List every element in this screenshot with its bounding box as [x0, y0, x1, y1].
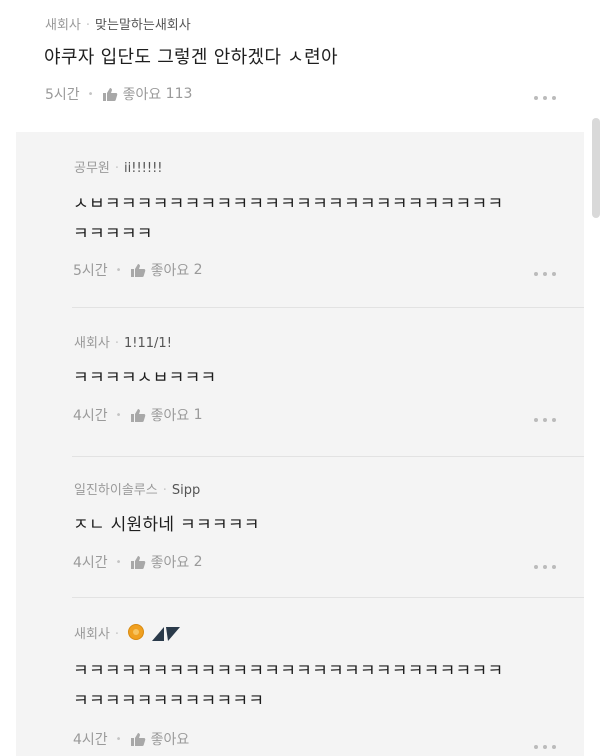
- action-separator: •: [115, 556, 122, 568]
- reply-nickname[interactable]: ii!!!!!!: [124, 161, 163, 176]
- reply-item: 일진하이솔루스 · Sipp ㅈㄴ 시원하네 ㅋㅋㅋㅋㅋ 4시간 • 좋아요 2: [16, 457, 584, 597]
- triangle-badge-icon: [152, 627, 181, 641]
- thumbs-up-icon: [130, 556, 145, 569]
- reply-text-line: ㅈㄴ 시원하네 ㅋㅋㅋㅋㅋ: [73, 515, 260, 535]
- like-label: 좋아요: [150, 263, 190, 279]
- reply-company[interactable]: 공무원: [74, 161, 110, 176]
- post-nickname[interactable]: 맞는말하는새회사: [95, 18, 191, 33]
- reply-item: 새회사 · 1!11/1! ㅋㅋㅋㅋㅅㅂㅋㅋㅋ 4시간 • 좋아요 1: [16, 308, 584, 456]
- meta-separator: ·: [114, 161, 120, 176]
- reply-like-button[interactable]: 좋아요 1: [130, 405, 203, 425]
- action-separator: •: [87, 88, 94, 100]
- more-dots-icon[interactable]: [534, 417, 556, 423]
- reply-item: 공무원 · ii!!!!!! ㅅㅂㅋㅋㅋㅋㅋㅋㅋㅋㅋㅋㅋㅋㅋㅋㅋㅋㅋㅋㅋㅋㅋㅋㅋㅋㅋ…: [16, 132, 584, 307]
- reply-text-line: ㅋㅋㅋㅋㅋ: [73, 224, 153, 244]
- coin-emoji-icon: [128, 624, 145, 640]
- replies-section: 공무원 · ii!!!!!! ㅅㅂㅋㅋㅋㅋㅋㅋㅋㅋㅋㅋㅋㅋㅋㅋㅋㅋㅋㅋㅋㅋㅋㅋㅋㅋㅋ…: [16, 132, 584, 756]
- meta-separator: ·: [162, 483, 167, 498]
- post-time: 5시간: [45, 87, 80, 103]
- meta-separator: ·: [114, 627, 120, 642]
- reply-company[interactable]: 새회사: [74, 336, 110, 351]
- like-label: 좋아요: [150, 408, 190, 424]
- reply-time: 5시간: [73, 263, 108, 279]
- reply-time: 4시간: [73, 555, 108, 571]
- reply-meta: 일진하이솔루스 · Sipp: [74, 479, 200, 498]
- reply-nickname[interactable]: 1!11/1!: [124, 336, 172, 351]
- reply-actions: 4시간 • 좋아요 2: [73, 552, 203, 572]
- reply-meta: 새회사 ·: [74, 623, 181, 642]
- reply-actions: 5시간 • 좋아요 2: [73, 260, 203, 280]
- thumbs-up-icon: [102, 88, 117, 101]
- scrollbar[interactable]: [592, 118, 600, 218]
- reply-company[interactable]: 새회사: [74, 627, 110, 642]
- action-separator: •: [115, 409, 122, 421]
- reply-actions: 4시간 • 좋아요: [73, 729, 189, 749]
- reply-like-button[interactable]: 좋아요: [130, 729, 190, 749]
- more-dots-icon[interactable]: [534, 564, 556, 570]
- reply-meta: 공무원 · ii!!!!!!: [74, 157, 163, 176]
- like-count: 113: [165, 86, 193, 102]
- reply-actions: 4시간 • 좋아요 1: [73, 405, 203, 425]
- reply-text-line: ㅅㅂㅋㅋㅋㅋㅋㅋㅋㅋㅋㅋㅋㅋㅋㅋㅋㅋㅋㅋㅋㅋㅋㅋㅋㅋㅋ: [73, 194, 504, 214]
- thumbs-up-icon: [130, 264, 145, 277]
- post-meta: 새회사 · 맞는말하는새회사: [45, 14, 191, 33]
- like-label: 좋아요: [150, 732, 190, 748]
- meta-separator: ·: [114, 336, 120, 351]
- reply-time: 4시간: [73, 408, 108, 424]
- post-text: 야쿠자 입단도 그렇겐 안하겠다 ㅅ련아: [44, 47, 338, 68]
- thumbs-up-icon: [130, 409, 145, 422]
- like-count: 2: [193, 262, 203, 278]
- more-dots-icon[interactable]: [534, 271, 556, 277]
- more-dots-icon[interactable]: [534, 744, 556, 750]
- post-actions: 5시간 • 좋아요 113: [45, 84, 192, 104]
- reply-like-button[interactable]: 좋아요 2: [130, 260, 203, 280]
- reply-time: 4시간: [73, 732, 108, 748]
- post-company[interactable]: 새회사: [45, 18, 81, 33]
- like-count: 2: [193, 554, 203, 570]
- meta-separator: ·: [85, 18, 91, 33]
- action-separator: •: [115, 264, 122, 276]
- action-separator: •: [115, 733, 122, 745]
- reply-text-line: ㅋㅋㅋㅋㅋㅋㅋㅋㅋㅋㅋㅋㅋㅋㅋㅋㅋㅋㅋㅋㅋㅋㅋㅋㅋㅋㅋ: [73, 661, 504, 681]
- reply-item: 새회사 · ㅋㅋㅋㅋㅋㅋㅋㅋㅋㅋㅋㅋㅋㅋㅋㅋㅋㅋㅋㅋㅋㅋㅋㅋㅋㅋㅋ ㅋㅋㅋㅋㅋㅋㅋ…: [16, 598, 584, 756]
- reply-like-button[interactable]: 좋아요 2: [130, 552, 203, 572]
- reply-company[interactable]: 일진하이솔루스: [74, 483, 158, 498]
- like-count: 1: [193, 407, 203, 423]
- main-post: 새회사 · 맞는말하는새회사 야쿠자 입단도 그렇겐 안하겠다 ㅅ련아 5시간 • …: [0, 0, 600, 132]
- reply-text-line: ㅋㅋㅋㅋㅅㅂㅋㅋㅋ: [73, 368, 217, 388]
- reply-nickname[interactable]: Sipp: [172, 483, 200, 498]
- thumbs-up-icon: [130, 733, 145, 746]
- reply-meta: 새회사 · 1!11/1!: [74, 332, 172, 351]
- post-like-button[interactable]: 좋아요 113: [102, 84, 193, 104]
- more-dots-icon[interactable]: [534, 95, 556, 101]
- like-label: 좋아요: [122, 87, 162, 103]
- like-label: 좋아요: [150, 555, 190, 571]
- reply-text-line: ㅋㅋㅋㅋㅋㅋㅋㅋㅋㅋㅋㅋ: [73, 691, 265, 711]
